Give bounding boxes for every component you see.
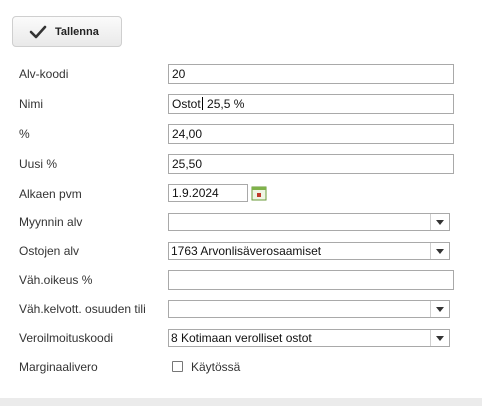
alkaen-pvm-input[interactable]: 1.9.2024	[168, 184, 248, 202]
percent-label: %	[19, 127, 30, 141]
save-button[interactable]: Tallenna	[12, 16, 122, 47]
calendar-icon[interactable]	[251, 185, 267, 201]
text-cursor	[201, 97, 203, 110]
nimi-input[interactable]: Ostot 25,5 %	[168, 94, 454, 114]
ostojen-alv-label: Ostojen alv	[19, 244, 80, 258]
alv-koodi-input[interactable]: 20	[168, 64, 454, 84]
uusi-percent-label: Uusi %	[19, 157, 58, 171]
vah-oikeus-label: Väh.oikeus %	[19, 273, 93, 287]
chevron-down-icon[interactable]	[430, 330, 449, 346]
ostojen-alv-value: 1763 Arvonlisäverosaamiset	[171, 244, 322, 258]
bottom-bar	[0, 398, 482, 406]
ostojen-alv-select[interactable]: 1763 Arvonlisäverosaamiset	[168, 242, 450, 260]
uusi-percent-input[interactable]: 25,50	[168, 154, 454, 174]
toolbar: Tallenna	[12, 16, 122, 47]
alv-koodi-label: Alv-koodi	[19, 67, 69, 81]
chevron-down-icon[interactable]	[430, 301, 449, 317]
marginaalivero-checkbox[interactable]	[172, 361, 183, 372]
nimi-value-before-cursor: Ostot	[172, 97, 201, 111]
nimi-label: Nimi	[19, 97, 43, 111]
myynnin-alv-label: Myynnin alv	[19, 215, 83, 229]
chevron-down-icon[interactable]	[430, 214, 449, 230]
check-icon	[29, 24, 47, 40]
veroilmoituskoodi-value: 8 Kotimaan verolliset ostot	[171, 331, 312, 345]
chevron-down-icon[interactable]	[430, 243, 449, 259]
vah-oikeus-input[interactable]	[168, 270, 454, 290]
nimi-value-after-cursor: 25,5 %	[203, 97, 245, 111]
marginaalivero-checkbox-label[interactable]: Käytössä	[191, 360, 240, 374]
vah-kelvott-label: Väh.kelvott. osuuden tili	[19, 302, 146, 316]
marginaalivero-label: Marginaalivero	[19, 360, 98, 374]
myynnin-alv-select[interactable]	[168, 213, 450, 231]
veroilmoituskoodi-label: Veroilmoituskoodi	[19, 331, 114, 345]
save-button-label: Tallenna	[55, 25, 99, 38]
veroilmoituskoodi-select[interactable]: 8 Kotimaan verolliset ostot	[168, 329, 450, 347]
percent-input[interactable]: 24,00	[168, 124, 454, 144]
alkaen-pvm-label: Alkaen pvm	[19, 187, 82, 201]
vah-kelvott-select[interactable]	[168, 300, 450, 318]
